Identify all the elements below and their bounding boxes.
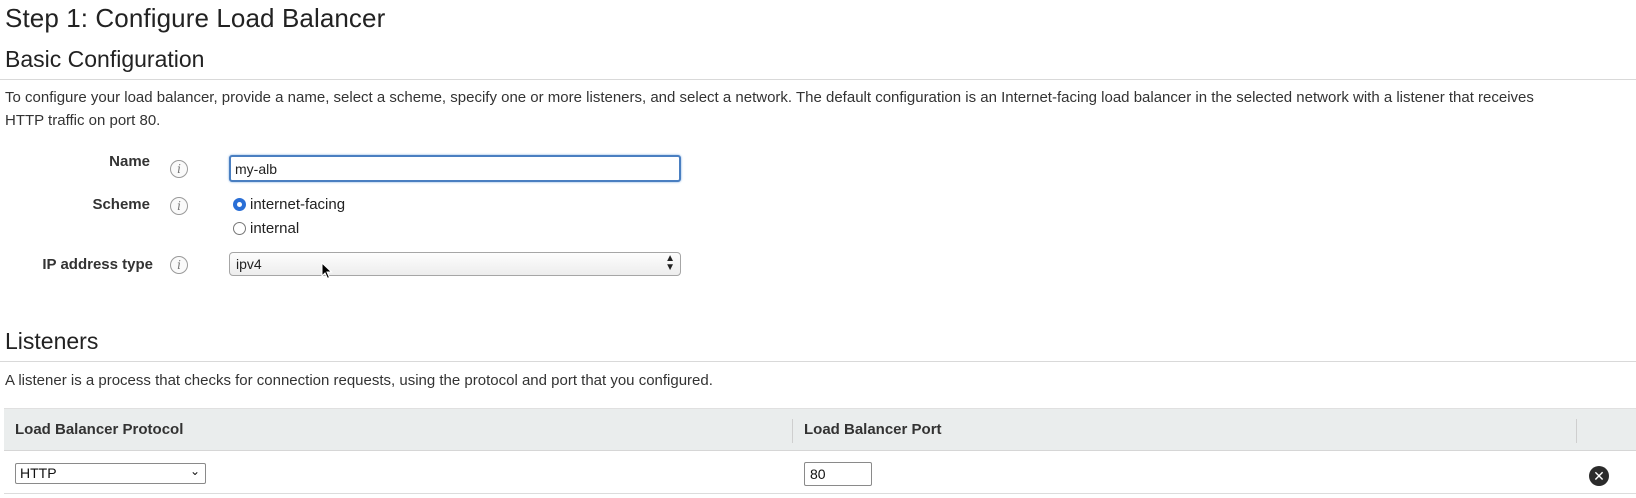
name-input[interactable]	[229, 155, 681, 182]
ip-address-type-select[interactable]: ipv4 ▲ ▼	[229, 252, 681, 276]
scheme-label: Scheme	[92, 196, 150, 213]
remove-circle-icon[interactable]: ✕	[1589, 466, 1609, 486]
scheme-option-label: internet-facing	[250, 196, 346, 213]
divider	[0, 79, 1636, 80]
ip-address-type-label: IP address type	[42, 256, 153, 273]
select-arrows-icon: ▲ ▼	[665, 253, 675, 273]
chevron-down-icon: ⌄	[189, 464, 200, 478]
info-icon[interactable]: i	[170, 160, 188, 178]
radio-button[interactable]	[233, 198, 246, 211]
info-icon[interactable]: i	[170, 256, 188, 274]
mouse-pointer-icon	[321, 262, 333, 280]
protocol-value: HTTP	[20, 465, 57, 481]
scheme-radio-internal[interactable]: internal	[233, 220, 299, 237]
listeners-description: A listener is a process that checks for …	[5, 372, 713, 389]
column-header-port: Load Balancer Port	[804, 421, 942, 438]
scheme-radio-internet-facing[interactable]: internet-facing	[233, 196, 345, 213]
name-label: Name	[109, 153, 150, 170]
scheme-option-label: internal	[250, 220, 300, 237]
protocol-select[interactable]: HTTP ⌄	[15, 463, 206, 484]
page-title: Step 1: Configure Load Balancer	[5, 3, 386, 33]
basic-config-heading: Basic Configuration	[5, 46, 205, 72]
radio-button[interactable]	[233, 222, 246, 235]
table-row: HTTP ⌄ ✕	[4, 451, 1636, 494]
basic-config-description: To configure your load balancer, provide…	[5, 89, 1534, 129]
listeners-table-header: Load Balancer Protocol Load Balancer Por…	[4, 408, 1636, 451]
ip-address-type-value: ipv4	[236, 256, 262, 272]
port-input[interactable]	[804, 462, 872, 486]
divider	[0, 361, 1636, 362]
listeners-heading: Listeners	[5, 328, 99, 354]
column-header-protocol: Load Balancer Protocol	[15, 421, 184, 438]
info-icon[interactable]: i	[170, 197, 188, 215]
column-divider	[1576, 419, 1577, 443]
column-divider	[792, 419, 793, 443]
